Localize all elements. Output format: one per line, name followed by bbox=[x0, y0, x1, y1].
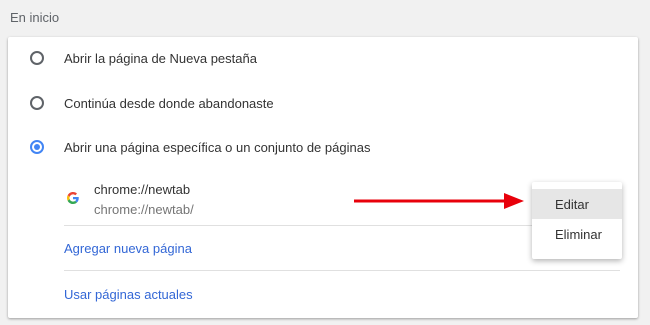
radio-specific-pages[interactable] bbox=[30, 140, 44, 154]
menu-item-edit[interactable]: Editar bbox=[532, 189, 622, 219]
option-new-tab[interactable]: Abrir la página de Nueva pestaña bbox=[8, 38, 638, 78]
context-menu: Editar Eliminar bbox=[532, 182, 622, 259]
option-specific-pages[interactable]: Abrir una página específica o un conjunt… bbox=[8, 127, 638, 167]
section-title: En inicio bbox=[10, 10, 60, 25]
option-new-tab-label: Abrir la página de Nueva pestaña bbox=[64, 50, 257, 66]
option-continue[interactable]: Continúa desde donde abandonaste bbox=[8, 83, 638, 123]
option-continue-label: Continúa desde donde abandonaste bbox=[64, 95, 274, 111]
menu-item-remove[interactable]: Eliminar bbox=[532, 219, 622, 249]
radio-continue[interactable] bbox=[30, 96, 44, 110]
use-current-pages-link[interactable]: Usar páginas actuales bbox=[64, 287, 193, 302]
radio-new-tab[interactable] bbox=[30, 51, 44, 65]
google-g-icon bbox=[67, 191, 79, 205]
add-page-link[interactable]: Agregar nueva página bbox=[64, 241, 192, 256]
option-specific-pages-label: Abrir una página específica o un conjunt… bbox=[64, 139, 371, 155]
annotation-arrow bbox=[354, 193, 524, 209]
startup-page-title: chrome://newtab bbox=[94, 182, 191, 197]
divider bbox=[64, 270, 620, 271]
startup-page-url: chrome://newtab/ bbox=[94, 202, 194, 217]
startup-settings-card: Abrir la página de Nueva pestaña Continú… bbox=[8, 37, 638, 318]
